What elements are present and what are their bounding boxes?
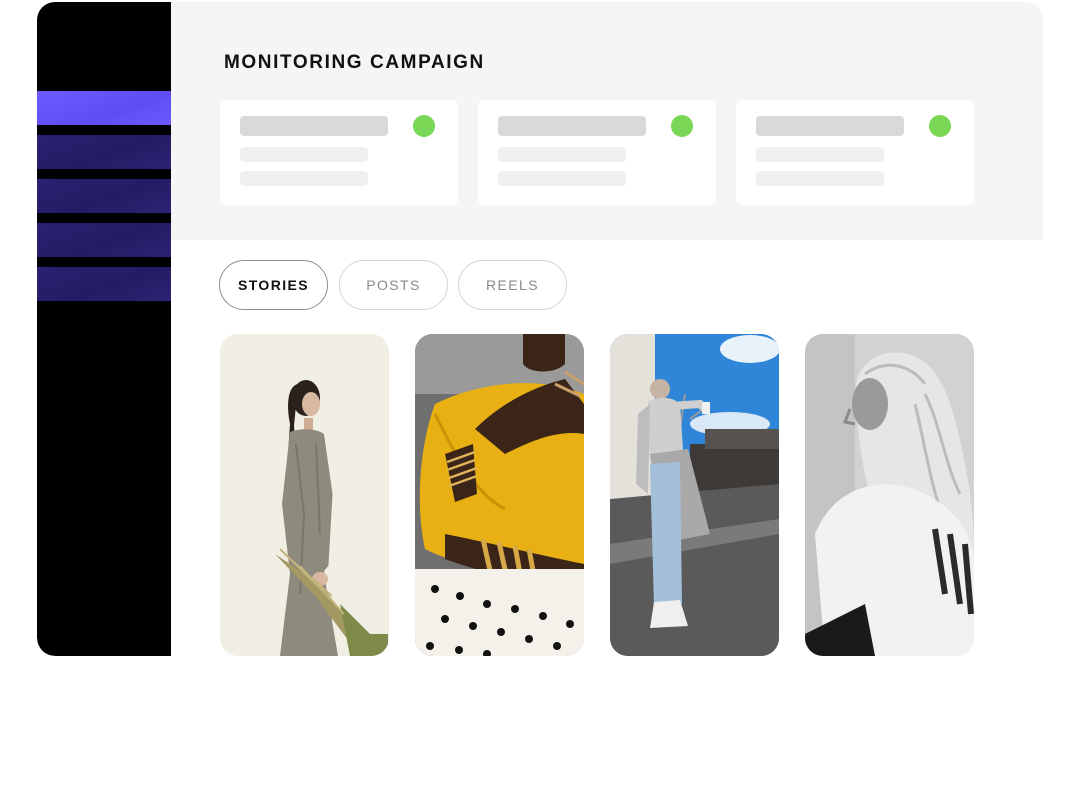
story-image (805, 334, 974, 656)
skeleton-line (240, 147, 368, 162)
skeleton-line (498, 116, 646, 136)
page-title: MONITORING CAMPAIGN (224, 52, 485, 73)
story-thumbnail[interactable] (610, 334, 779, 656)
tab-posts[interactable]: POSTS (339, 260, 448, 310)
story-thumbnail[interactable] (415, 334, 584, 656)
sidebar-item[interactable] (37, 179, 171, 213)
account-card[interactable] (736, 100, 974, 205)
skeleton-line (240, 171, 368, 186)
app-window: MONITORING CAMPAIGN STORIES POSTS REELS (37, 2, 1043, 656)
status-indicator (413, 115, 435, 137)
story-image (220, 334, 389, 656)
status-indicator (671, 115, 693, 137)
skeleton-line (756, 116, 904, 136)
tab-stories[interactable]: STORIES (219, 260, 328, 310)
story-image (415, 334, 584, 656)
tab-reels[interactable]: REELS (458, 260, 567, 310)
skeleton-line (498, 147, 626, 162)
story-thumbnail[interactable] (805, 334, 974, 656)
sidebar-item[interactable] (37, 223, 171, 257)
skeleton-line (756, 147, 884, 162)
sidebar-item[interactable] (37, 267, 171, 301)
story-image (610, 334, 779, 656)
status-indicator (929, 115, 951, 137)
story-thumbnail[interactable] (220, 334, 389, 656)
sidebar (37, 2, 171, 656)
campaign-header: MONITORING CAMPAIGN (171, 2, 1043, 240)
skeleton-line (240, 116, 388, 136)
sidebar-item-active[interactable] (37, 91, 171, 125)
skeleton-line (498, 171, 626, 186)
account-card[interactable] (220, 100, 458, 205)
sidebar-item[interactable] (37, 135, 171, 169)
account-card[interactable] (478, 100, 716, 205)
skeleton-line (756, 171, 884, 186)
